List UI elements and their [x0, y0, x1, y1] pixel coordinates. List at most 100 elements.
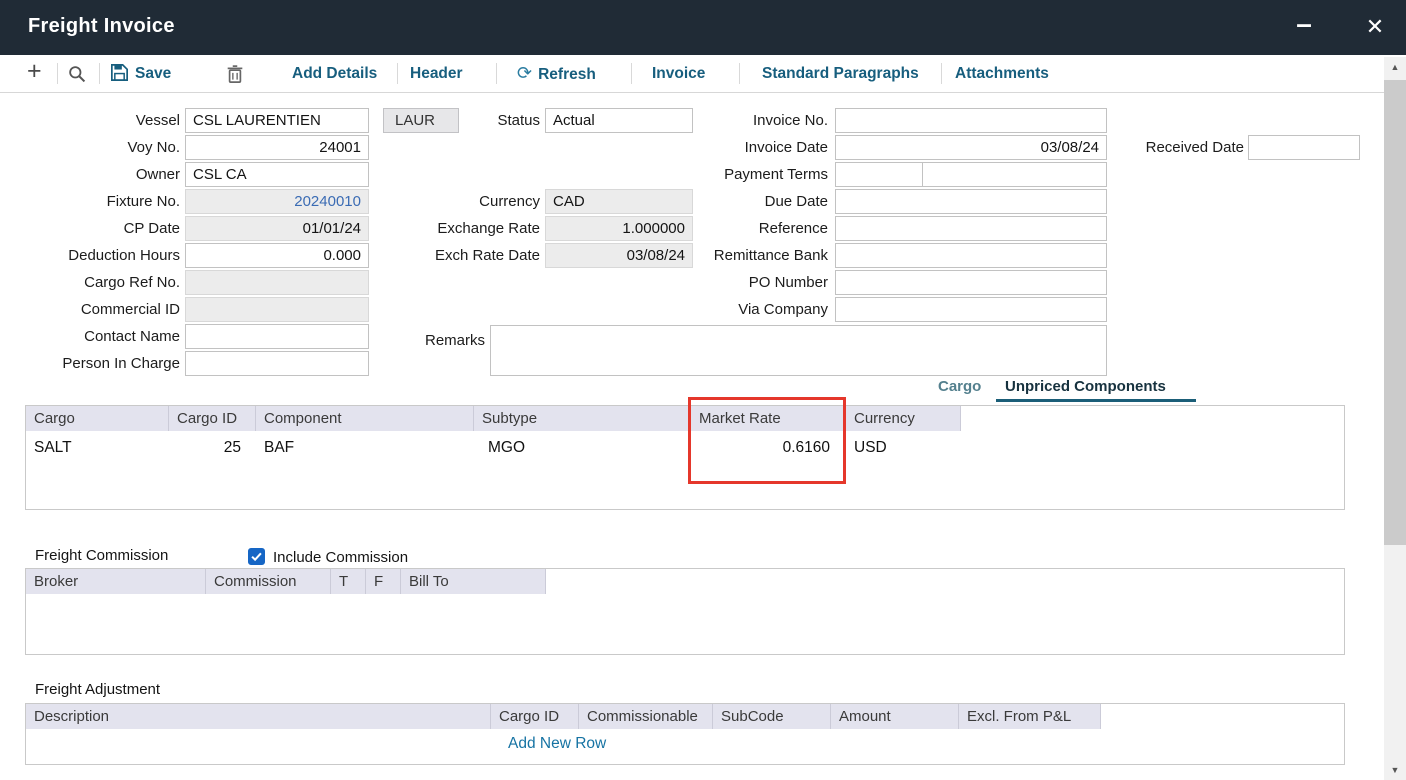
owner-input[interactable]	[185, 162, 369, 187]
vessel-label: Vessel	[0, 108, 180, 133]
column-header-adj-cargo-id[interactable]: Cargo ID	[491, 704, 579, 729]
column-header-bill-to[interactable]: Bill To	[401, 569, 546, 594]
save-label: Save	[135, 65, 171, 82]
cell-cargo-id[interactable]: 25	[169, 437, 249, 458]
person-in-charge-input[interactable]	[185, 351, 369, 376]
po-number-input[interactable]	[835, 270, 1107, 295]
vertical-scrollbar[interactable]: ▲ ▼	[1384, 57, 1406, 780]
scrollbar-thumb[interactable]	[1384, 80, 1406, 545]
invoice-button[interactable]: Invoice	[652, 55, 705, 92]
column-header-description[interactable]: Description	[26, 704, 491, 729]
received-date-input[interactable]	[1248, 135, 1360, 160]
column-header-subcode[interactable]: SubCode	[713, 704, 831, 729]
toolbar-divider	[57, 63, 58, 84]
column-header-component[interactable]: Component	[256, 406, 474, 431]
cell-subtype[interactable]: MGO	[488, 437, 525, 458]
po-number-label: PO Number	[628, 270, 828, 295]
column-header-cargo[interactable]: Cargo	[26, 406, 169, 431]
invoice-date-label: Invoice Date	[628, 135, 828, 160]
column-header-currency[interactable]: Currency	[846, 406, 961, 431]
add-details-button[interactable]: Add Details	[292, 55, 377, 92]
active-tab-underline	[996, 399, 1196, 402]
toolbar-divider	[739, 63, 740, 84]
toolbar-divider	[99, 63, 100, 84]
reference-label: Reference	[628, 216, 828, 241]
voy-no-input[interactable]	[185, 135, 369, 160]
tab-cargo[interactable]: Cargo	[938, 378, 981, 395]
invoice-no-label: Invoice No.	[628, 108, 828, 133]
due-date-input[interactable]	[835, 189, 1107, 214]
search-icon[interactable]	[68, 65, 86, 88]
remittance-bank-label: Remittance Bank	[628, 243, 828, 268]
close-icon[interactable]: ✕	[1356, 11, 1394, 47]
delete-trash-icon[interactable]	[227, 65, 243, 88]
scroll-down-icon[interactable]: ▼	[1384, 760, 1406, 780]
save-button[interactable]: Save	[111, 55, 171, 92]
payment-terms-input-2[interactable]	[922, 162, 1107, 187]
refresh-icon: ⟳	[517, 63, 532, 83]
invoice-no-input[interactable]	[835, 108, 1107, 133]
via-company-input[interactable]	[835, 297, 1107, 322]
include-commission-checkbox[interactable]	[248, 548, 265, 565]
remarks-label: Remarks	[285, 328, 485, 353]
window-title: Freight Invoice	[28, 15, 175, 38]
toolbar-divider	[631, 63, 632, 84]
cell-currency[interactable]: USD	[854, 437, 887, 458]
window-titlebar: Freight Invoice – ✕	[0, 0, 1406, 55]
payment-terms-label: Payment Terms	[628, 162, 828, 187]
payment-terms-input[interactable]	[835, 162, 923, 187]
exch-rate-date-label: Exch Rate Date	[340, 243, 540, 268]
received-date-label: Received Date	[1044, 135, 1244, 160]
due-date-label: Due Date	[628, 189, 828, 214]
person-in-charge-label: Person In Charge	[0, 351, 180, 376]
scroll-up-icon[interactable]: ▲	[1384, 57, 1406, 77]
minimize-icon[interactable]: –	[1286, 8, 1322, 44]
add-new-row-link[interactable]: Add New Row	[508, 735, 606, 753]
refresh-label: Refresh	[538, 66, 596, 83]
include-commission-label: Include Commission	[273, 549, 408, 566]
save-icon	[111, 65, 135, 82]
commercial-id-input	[185, 297, 369, 322]
column-header-cargo-id[interactable]: Cargo ID	[169, 406, 256, 431]
cell-market-rate[interactable]: 0.6160	[691, 437, 838, 458]
fixture-no-label: Fixture No.	[0, 189, 180, 214]
attachments-button[interactable]: Attachments	[955, 55, 1049, 92]
cargo-ref-no-label: Cargo Ref No.	[0, 270, 180, 295]
remarks-textarea[interactable]	[490, 325, 1107, 376]
remittance-bank-input[interactable]	[835, 243, 1107, 268]
column-header-subtype[interactable]: Subtype	[474, 406, 691, 431]
commercial-id-label: Commercial ID	[0, 297, 180, 322]
freight-adjustment-grid: Description Cargo ID Commissionable SubC…	[25, 703, 1345, 765]
cargo-ref-no-input	[185, 270, 369, 295]
column-header-f[interactable]: F	[366, 569, 401, 594]
reference-input[interactable]	[835, 216, 1107, 241]
column-header-commission[interactable]: Commission	[206, 569, 331, 594]
voy-no-label: Voy No.	[0, 135, 180, 160]
owner-label: Owner	[0, 162, 180, 187]
freight-invoice-window: Freight Invoice – ✕ + Save Add Details H…	[0, 0, 1406, 780]
contact-name-label: Contact Name	[0, 324, 180, 349]
freight-adjustment-title: Freight Adjustment	[35, 681, 160, 698]
freight-commission-title: Freight Commission	[35, 547, 168, 564]
column-header-t[interactable]: T	[331, 569, 366, 594]
add-new-icon[interactable]: +	[27, 57, 42, 86]
checkmark-icon	[249, 549, 264, 564]
deduction-hours-label: Deduction Hours	[0, 243, 180, 268]
cell-component[interactable]: BAF	[264, 437, 294, 458]
column-header-amount[interactable]: Amount	[831, 704, 959, 729]
tab-unpriced-components[interactable]: Unpriced Components	[1005, 378, 1166, 395]
column-header-commissionable[interactable]: Commissionable	[579, 704, 713, 729]
status-label: Status	[340, 108, 540, 133]
toolbar-divider	[397, 63, 398, 84]
cell-cargo[interactable]: SALT	[34, 437, 72, 458]
toolbar-divider	[941, 63, 942, 84]
unpriced-components-grid: Cargo Cargo ID Component Subtype Market …	[25, 405, 1345, 510]
column-header-excl-from-pl[interactable]: Excl. From P&L	[959, 704, 1101, 729]
column-header-broker[interactable]: Broker	[26, 569, 206, 594]
header-button[interactable]: Header	[410, 55, 463, 92]
refresh-button[interactable]: ⟳ Refresh	[517, 55, 596, 92]
standard-paragraphs-button[interactable]: Standard Paragraphs	[762, 55, 919, 92]
exchange-rate-label: Exchange Rate	[340, 216, 540, 241]
column-header-market-rate[interactable]: Market Rate	[691, 406, 846, 431]
freight-commission-grid: Broker Commission T F Bill To	[25, 568, 1345, 655]
